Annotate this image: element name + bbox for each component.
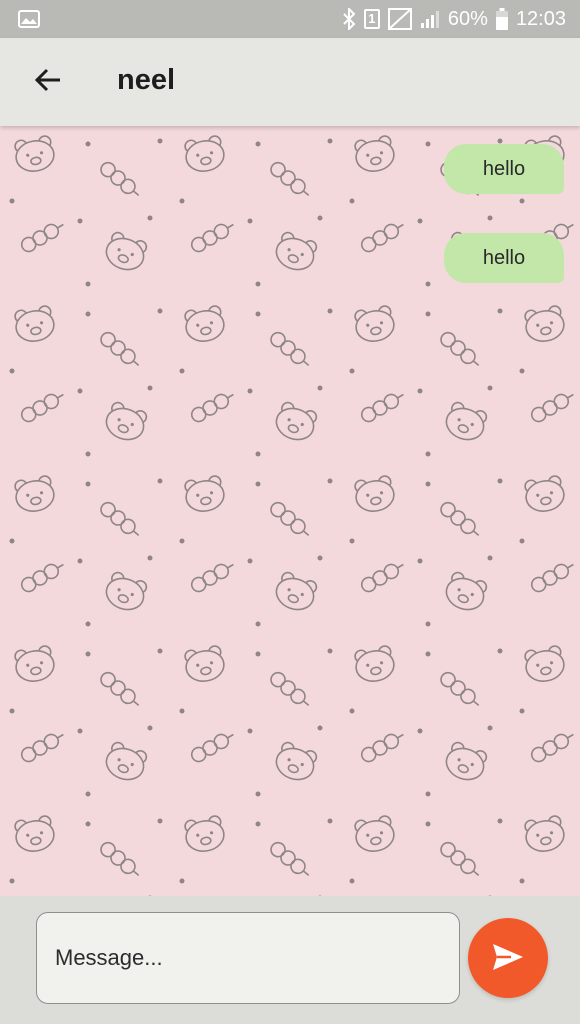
outgoing-message-bubble[interactable]: hello	[444, 144, 564, 194]
signal-icon	[420, 9, 440, 29]
outgoing-message-bubble[interactable]: hello	[444, 233, 564, 283]
message-composer	[0, 896, 580, 1024]
gallery-notification-icon	[18, 10, 40, 28]
bluetooth-icon	[342, 8, 356, 30]
arrow-left-icon	[34, 66, 62, 99]
back-button[interactable]	[28, 62, 68, 102]
message-text: hello	[482, 157, 526, 180]
battery-icon	[495, 8, 508, 30]
send-button[interactable]	[468, 918, 548, 998]
sim-icon: 1	[363, 9, 380, 29]
status-bar: 1 60% 12:03	[0, 0, 580, 38]
no-sim-signal-icon	[387, 8, 412, 30]
chat-header: neel	[0, 38, 580, 126]
battery-percentage: 60%	[447, 7, 488, 30]
send-icon	[491, 942, 525, 975]
clock: 12:03	[515, 7, 566, 30]
message-input[interactable]	[36, 912, 460, 1004]
chat-title: neel	[117, 64, 176, 96]
message-text: hello	[482, 246, 526, 269]
message-list[interactable]: hello hello	[0, 126, 580, 896]
